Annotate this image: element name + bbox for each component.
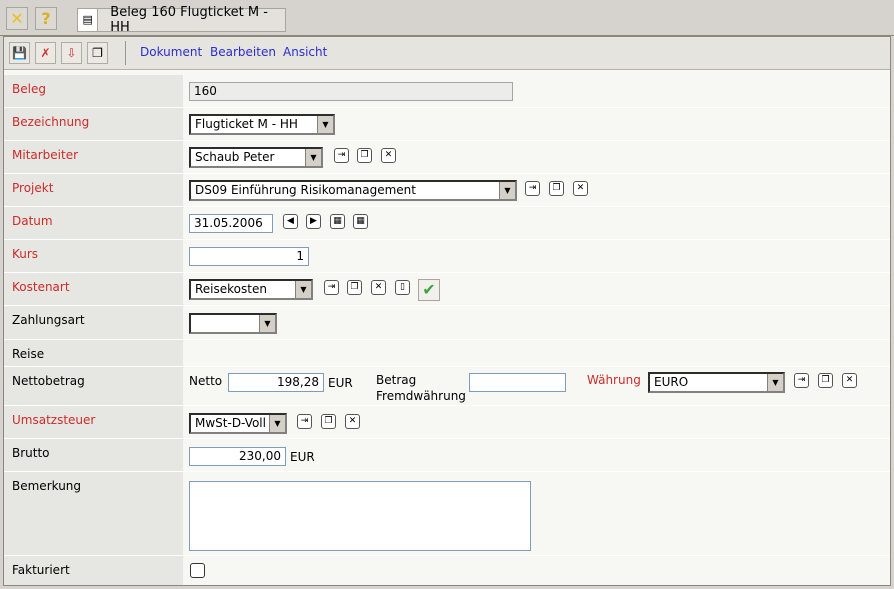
chevron-down-icon: ▼ [767, 374, 783, 391]
chevron-down-icon: ▼ [295, 281, 311, 298]
label-netto: Netto [189, 374, 223, 388]
mitarbeiter-value: Schaub Peter [195, 150, 275, 164]
label-fremdwaehrung: Fremdwährung [376, 389, 466, 403]
open-icon[interactable]: ⇥ [525, 181, 540, 196]
row-kurs: Kurs 1 [4, 240, 890, 273]
kurs-field[interactable]: 1 [189, 247, 309, 266]
zahlungsart-select[interactable]: ▼ [189, 313, 277, 334]
chevron-down-icon: ▼ [305, 149, 321, 166]
label-kurs: Kurs [4, 240, 183, 272]
chevron-down-icon: ▼ [499, 182, 515, 199]
clear-icon[interactable]: ✕ [371, 280, 386, 295]
chevron-down-icon: ▼ [317, 116, 333, 133]
row-datum: Datum 31.05.2006 ◀ ▶ ▦ ▦ [4, 207, 890, 240]
label-reise: Reise [4, 340, 183, 366]
bemerkung-textarea[interactable] [189, 481, 531, 551]
label-datum: Datum [4, 207, 183, 239]
document-tab[interactable]: ▤ Beleg 160 Flugticket M - HH [77, 5, 286, 35]
open-icon[interactable]: ⇥ [297, 414, 312, 429]
label-bemerkung: Bemerkung [4, 472, 183, 555]
umsatzsteuer-value: MwSt-D-Voll [195, 416, 266, 430]
projekt-select[interactable]: DS09 Einführung Risikomanagement ▼ [189, 180, 517, 201]
clear-icon[interactable]: ✕ [345, 414, 360, 429]
open-icon[interactable]: ⇥ [794, 373, 809, 388]
close-icon[interactable]: ✕ [6, 7, 28, 30]
datum-field[interactable]: 31.05.2006 [189, 214, 273, 233]
copy-icon[interactable]: ❐ [347, 280, 362, 295]
clear-icon[interactable]: ✕ [573, 181, 588, 196]
calendar-month-icon[interactable]: ▦ [353, 214, 368, 229]
copy-icon[interactable]: ❐ [321, 414, 336, 429]
document-form: 💾 ✗ ⇩ ❐ Dokument Bearbeiten Ansicht Bele… [3, 36, 891, 586]
label-betrag: Betrag [376, 373, 417, 387]
betrag-fremd-field[interactable] [469, 373, 566, 392]
row-bezeichnung: Bezeichnung Flugticket M - HH ▼ [4, 108, 890, 141]
copy-icon[interactable]: ❐ [357, 148, 372, 163]
row-fakturiert: Fakturiert [4, 556, 890, 585]
label-brutto: Brutto [4, 439, 183, 471]
copy-icon[interactable]: ❐ [87, 42, 108, 64]
toolbar: 💾 ✗ ⇩ ❐ Dokument Bearbeiten Ansicht [4, 37, 890, 70]
waehrung-value: EURO [654, 375, 689, 389]
row-mitarbeiter: Mitarbeiter Schaub Peter ▼ ⇥ ❐ ✕ [4, 141, 890, 174]
label-umsatzsteuer: Umsatzsteuer [4, 406, 183, 438]
next-day-icon[interactable]: ▶ [306, 214, 321, 229]
title-bar: ✕ ? ▤ Beleg 160 Flugticket M - HH [0, 0, 894, 36]
copy-icon[interactable]: ❐ [818, 373, 833, 388]
bezeichnung-value: Flugticket M - HH [195, 117, 298, 131]
checkmark-icon[interactable]: ✔ [418, 279, 440, 301]
open-icon[interactable]: ⇥ [324, 280, 339, 295]
save-icon[interactable]: 💾 [9, 42, 30, 64]
open-icon[interactable]: ⇥ [334, 148, 349, 163]
beleg-field: 160 [189, 82, 513, 101]
menu-ansicht[interactable]: Ansicht [283, 45, 327, 59]
toolbar-divider [125, 41, 126, 65]
label-fakturiert: Fakturiert [4, 556, 183, 585]
menu-dokument[interactable]: Dokument [140, 45, 202, 59]
row-bemerkung: Bemerkung [4, 472, 890, 556]
kostenart-value: Reisekosten [195, 282, 267, 296]
import-icon[interactable]: ⇩ [61, 42, 82, 64]
copy-icon[interactable]: ❐ [549, 181, 564, 196]
label-projekt: Projekt [4, 174, 183, 206]
chevron-down-icon: ▼ [269, 415, 285, 432]
row-brutto: Brutto 230,00 EUR [4, 439, 890, 472]
chevron-down-icon: ▼ [259, 315, 275, 332]
label-waehrung: Währung [587, 373, 641, 387]
label-zahlungsart: Zahlungsart [4, 306, 183, 339]
waehrung-select[interactable]: EURO ▼ [648, 372, 785, 393]
bezeichnung-select[interactable]: Flugticket M - HH ▼ [189, 114, 335, 135]
netto-field[interactable]: 198,28 [228, 373, 324, 392]
label-nettobetrag: Nettobetrag [4, 367, 183, 405]
help-icon[interactable]: ? [35, 7, 57, 30]
brutto-currency: EUR [290, 450, 315, 464]
clear-icon[interactable]: ✕ [381, 148, 396, 163]
label-bezeichnung: Bezeichnung [4, 108, 183, 140]
mitarbeiter-select[interactable]: Schaub Peter ▼ [189, 147, 323, 168]
row-projekt: Projekt DS09 Einführung Risikomanagement… [4, 174, 890, 207]
row-zahlungsart: Zahlungsart ▼ [4, 306, 890, 340]
row-beleg: Beleg 160 [4, 75, 890, 108]
projekt-value: DS09 Einführung Risikomanagement [195, 183, 416, 197]
new-document-icon[interactable]: ▯ [395, 280, 410, 295]
tab-title: Beleg 160 Flugticket M - HH [110, 5, 268, 35]
brutto-field[interactable]: 230,00 [189, 447, 286, 466]
netto-currency: EUR [328, 376, 353, 390]
label-kostenart: Kostenart [4, 273, 183, 305]
menu-bearbeiten[interactable]: Bearbeiten [210, 45, 276, 59]
kostenart-select[interactable]: Reisekosten ▼ [189, 279, 313, 300]
previous-day-icon[interactable]: ◀ [283, 214, 298, 229]
fakturiert-checkbox[interactable] [190, 563, 205, 578]
calendar-icon[interactable]: ▦ [330, 214, 345, 229]
delete-icon[interactable]: ✗ [35, 42, 56, 64]
row-kostenart: Kostenart Reisekosten ▼ ⇥ ❐ ✕ ▯ ✔ [4, 273, 890, 306]
label-mitarbeiter: Mitarbeiter [4, 141, 183, 173]
umsatzsteuer-select[interactable]: MwSt-D-Voll ▼ [189, 413, 287, 434]
document-icon: ▤ [78, 9, 99, 31]
row-umsatzsteuer: Umsatzsteuer MwSt-D-Voll ▼ ⇥ ❐ ✕ [4, 406, 890, 439]
row-nettobetrag: Nettobetrag Netto 198,28 EUR Betrag Frem… [4, 367, 890, 406]
row-reise: Reise [4, 340, 890, 367]
clear-icon[interactable]: ✕ [842, 373, 857, 388]
label-beleg: Beleg [4, 75, 183, 107]
